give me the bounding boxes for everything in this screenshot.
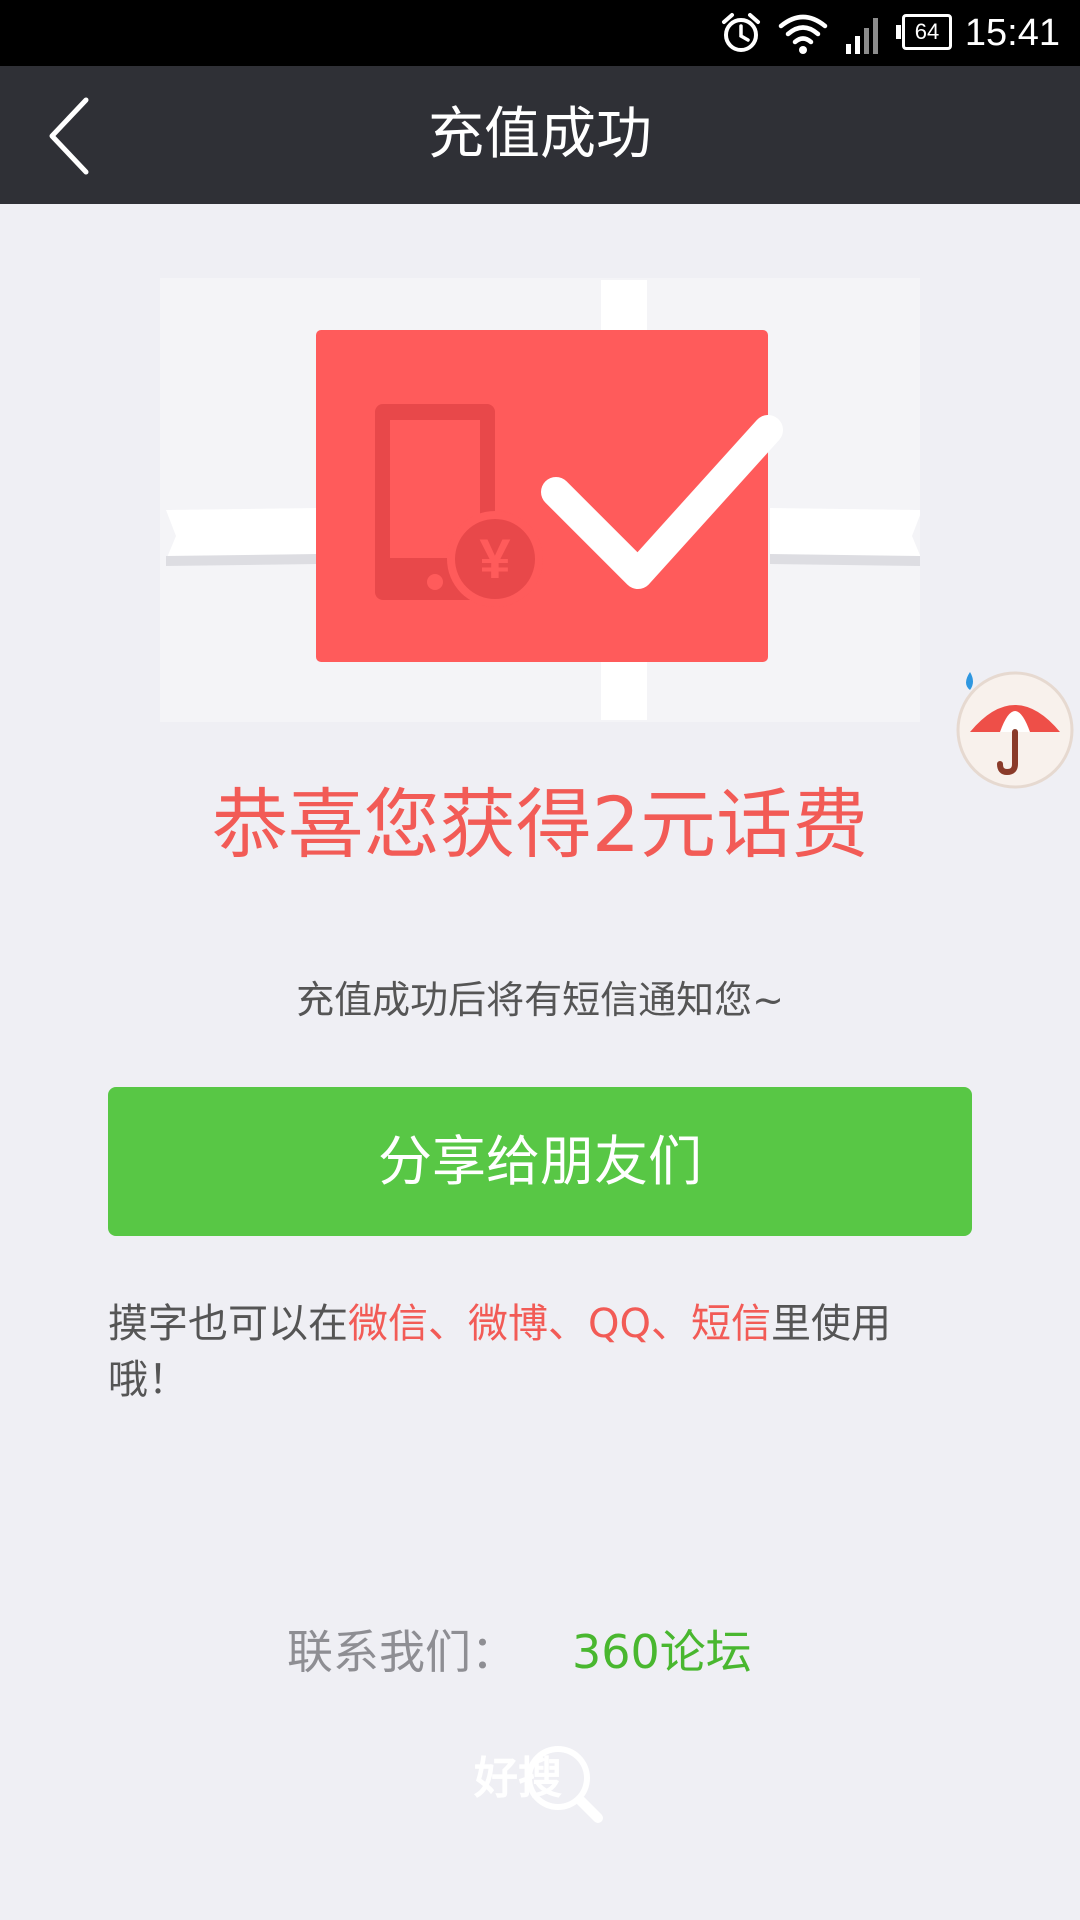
title-bar: 充值成功 bbox=[0, 66, 1080, 204]
forum-link[interactable]: 360论坛 bbox=[572, 1622, 752, 1682]
yuan-coin-icon: ¥ bbox=[447, 511, 543, 607]
app-weibo: 微博 bbox=[468, 1301, 548, 1347]
app-wechat: 微信 bbox=[348, 1301, 428, 1347]
wifi-icon bbox=[778, 14, 828, 54]
yuan-symbol: ¥ bbox=[479, 527, 510, 590]
status-bar: 64 15:41 bbox=[0, 0, 1080, 66]
chevron-left-icon bbox=[49, 97, 89, 175]
contact-label: 联系我们： bbox=[287, 1625, 517, 1679]
haosou-logo-text: 好搜 bbox=[474, 1753, 562, 1804]
separator: 、 bbox=[650, 1301, 691, 1347]
hero-illustration: ¥ bbox=[160, 278, 920, 722]
status-time: 15:41 bbox=[964, 12, 1060, 54]
ribbon-right bbox=[770, 508, 920, 560]
ribbon-left bbox=[166, 508, 318, 560]
app-qq: QQ bbox=[588, 1301, 651, 1347]
signal-icon bbox=[846, 18, 878, 54]
battery-icon: 64 bbox=[896, 14, 952, 50]
app-sms: 短信 bbox=[690, 1301, 771, 1347]
usage-tip: 摸字也可以在微信、微博、QQ、短信里使用哦！ bbox=[108, 1296, 958, 1408]
page-title: 充值成功 bbox=[428, 102, 652, 167]
separator: 、 bbox=[548, 1301, 588, 1347]
sms-notice: 充值成功后将有短信通知您~ bbox=[296, 978, 784, 1022]
share-button[interactable]: 分享给朋友们 bbox=[108, 1087, 972, 1236]
back-button[interactable] bbox=[30, 84, 120, 184]
floating-umbrella-button[interactable] bbox=[948, 660, 1078, 790]
usage-tip-prefix: 摸字也可以在 bbox=[108, 1301, 348, 1347]
battery-level: 64 bbox=[914, 19, 940, 44]
alarm-icon bbox=[722, 13, 760, 52]
separator: 、 bbox=[428, 1301, 468, 1347]
water-drop-icon bbox=[966, 672, 973, 690]
congrats-heading: 恭喜您获得2元话费 bbox=[211, 780, 869, 869]
umbrella-icon bbox=[956, 671, 1074, 789]
